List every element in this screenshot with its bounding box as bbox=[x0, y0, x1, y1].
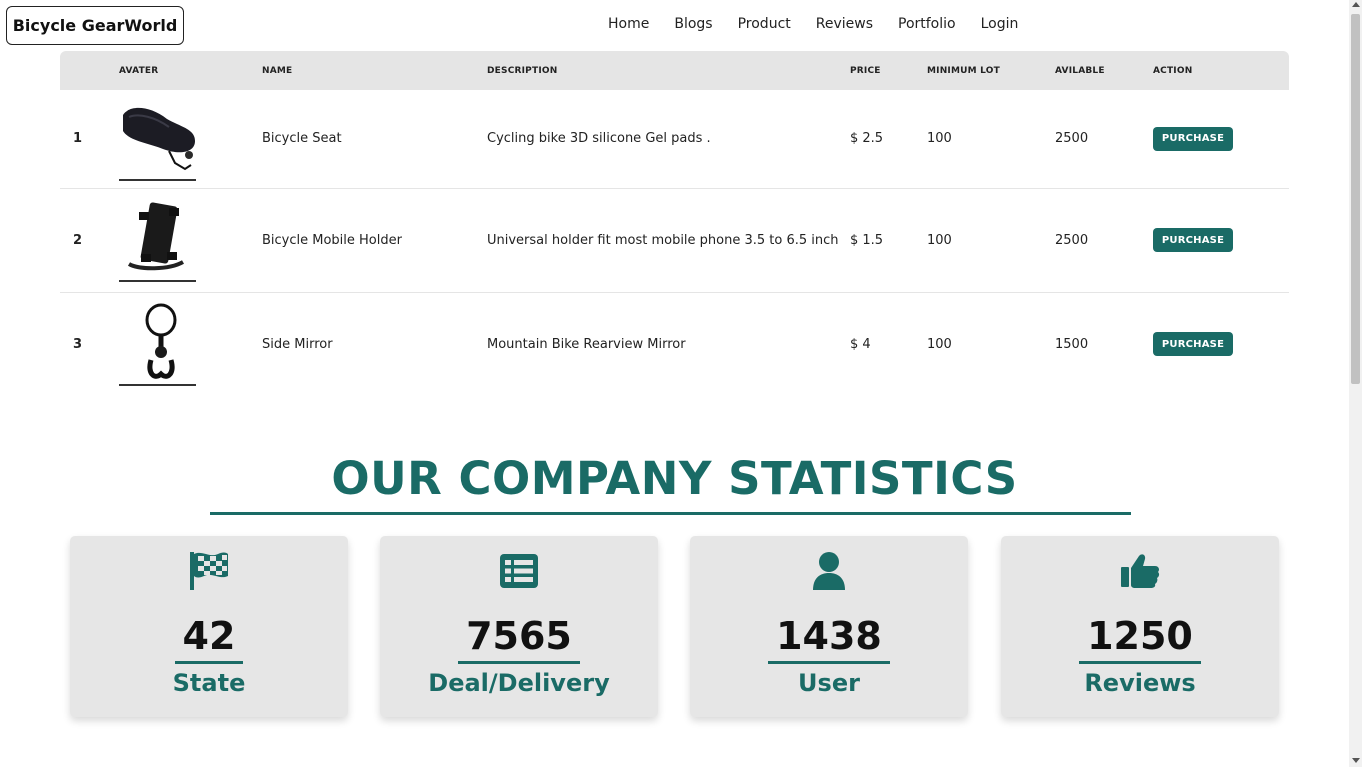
row-index: 2 bbox=[73, 232, 83, 248]
table-row: 2 Bicycle Mobile Holder Universal holder… bbox=[60, 188, 1289, 292]
scroll-up-arrow-icon[interactable] bbox=[1352, 2, 1360, 7]
checkered-flag-icon bbox=[70, 550, 348, 592]
list-icon bbox=[380, 550, 658, 592]
row-avatar bbox=[119, 90, 262, 188]
purchase-button[interactable]: PURCHASE bbox=[1153, 228, 1233, 252]
row-price: $ 1.5 bbox=[850, 232, 884, 248]
row-index: 3 bbox=[73, 336, 83, 352]
row-minimum-lot: 100 bbox=[927, 336, 952, 352]
stat-card-reviews: 1250 Reviews bbox=[1001, 536, 1279, 717]
col-header-action: ACTION bbox=[1153, 65, 1193, 76]
stat-label: Deal/Delivery bbox=[428, 669, 610, 697]
scrollbar-thumb[interactable] bbox=[1351, 14, 1360, 384]
row-action: PURCHASE bbox=[1153, 90, 1289, 188]
stat-value: 1438 bbox=[690, 614, 968, 664]
col-header-description: DESCRIPTION bbox=[487, 65, 558, 76]
stats-title: OUR COMPANY STATISTICS bbox=[331, 452, 1018, 505]
stat-label: State bbox=[172, 669, 246, 697]
side-mirror-image bbox=[119, 302, 196, 387]
stat-label: Reviews bbox=[1084, 669, 1196, 697]
nav-portfolio[interactable]: Portfolio bbox=[898, 16, 956, 32]
table-row: 1 Bicycle Seat Cycling bike 3D silicone … bbox=[60, 90, 1289, 188]
brand-logo-button[interactable]: Bicycle GearWorld bbox=[6, 6, 184, 45]
row-available: 2500 bbox=[1055, 131, 1089, 147]
stats-title-underline bbox=[210, 512, 1131, 515]
purchase-button[interactable]: PURCHASE bbox=[1153, 126, 1233, 151]
stat-card-state: 42 State bbox=[70, 536, 348, 717]
bicycle-seat-image bbox=[119, 96, 196, 181]
row-minimum-lot: 100 bbox=[927, 232, 952, 248]
nav-reviews[interactable]: Reviews bbox=[816, 16, 873, 32]
purchase-button[interactable]: PURCHASE bbox=[1153, 332, 1233, 357]
nav-login[interactable]: Login bbox=[981, 16, 1019, 32]
row-action: PURCHASE bbox=[1153, 188, 1289, 292]
row-available: 1500 bbox=[1055, 336, 1089, 352]
row-action: PURCHASE bbox=[1153, 292, 1289, 396]
row-price: $ 2.5 bbox=[850, 131, 884, 147]
page: Bicycle GearWorld Home Blogs Product Rev… bbox=[0, 0, 1349, 767]
nav-home[interactable]: Home bbox=[608, 16, 649, 32]
stat-label: User bbox=[798, 669, 860, 697]
row-minimum-lot: 100 bbox=[927, 131, 952, 147]
col-header-index bbox=[60, 51, 119, 90]
col-header-available: AVILABLE bbox=[1055, 65, 1105, 76]
table-header-row: AVATER NAME DESCRIPTION PRICE MINIMUM LO… bbox=[60, 51, 1289, 90]
vertical-scrollbar[interactable] bbox=[1349, 0, 1362, 767]
thumbs-up-icon bbox=[1001, 550, 1279, 592]
row-available: 2500 bbox=[1055, 232, 1089, 248]
main-nav: Home Blogs Product Reviews Portfolio Log… bbox=[608, 16, 1043, 32]
nav-product[interactable]: Product bbox=[738, 16, 791, 32]
stat-value: 42 bbox=[70, 614, 348, 664]
row-price: $ 4 bbox=[850, 336, 871, 352]
row-name: Bicycle Mobile Holder bbox=[262, 232, 402, 248]
row-description: Mountain Bike Rearview Mirror bbox=[487, 336, 686, 352]
row-name: Bicycle Seat bbox=[262, 131, 342, 147]
mobile-holder-image bbox=[119, 198, 196, 282]
col-header-avatar: AVATER bbox=[119, 65, 159, 76]
user-icon bbox=[690, 550, 968, 592]
nav-blogs[interactable]: Blogs bbox=[674, 16, 712, 32]
products-table: AVATER NAME DESCRIPTION PRICE MINIMUM LO… bbox=[60, 51, 1289, 396]
row-avatar bbox=[119, 188, 262, 292]
row-index: 1 bbox=[73, 131, 83, 147]
row-avatar bbox=[119, 292, 262, 396]
col-header-minimum-lot: MINIMUM LOT bbox=[927, 65, 1000, 76]
stat-card-deal-delivery: 7565 Deal/Delivery bbox=[380, 536, 658, 717]
row-description: Universal holder fit most mobile phone 3… bbox=[487, 232, 839, 248]
scroll-down-arrow-icon[interactable] bbox=[1352, 758, 1360, 763]
row-description: Cycling bike 3D silicone Gel pads . bbox=[487, 131, 711, 147]
table-row: 3 Side Mirror Mountain Bike Rearview Mir… bbox=[60, 292, 1289, 396]
col-header-name: NAME bbox=[262, 65, 293, 76]
stat-card-user: 1438 User bbox=[690, 536, 968, 717]
stat-value: 7565 bbox=[380, 614, 658, 664]
stat-value: 1250 bbox=[1001, 614, 1279, 664]
row-name: Side Mirror bbox=[262, 336, 333, 352]
col-header-price: PRICE bbox=[850, 65, 881, 76]
